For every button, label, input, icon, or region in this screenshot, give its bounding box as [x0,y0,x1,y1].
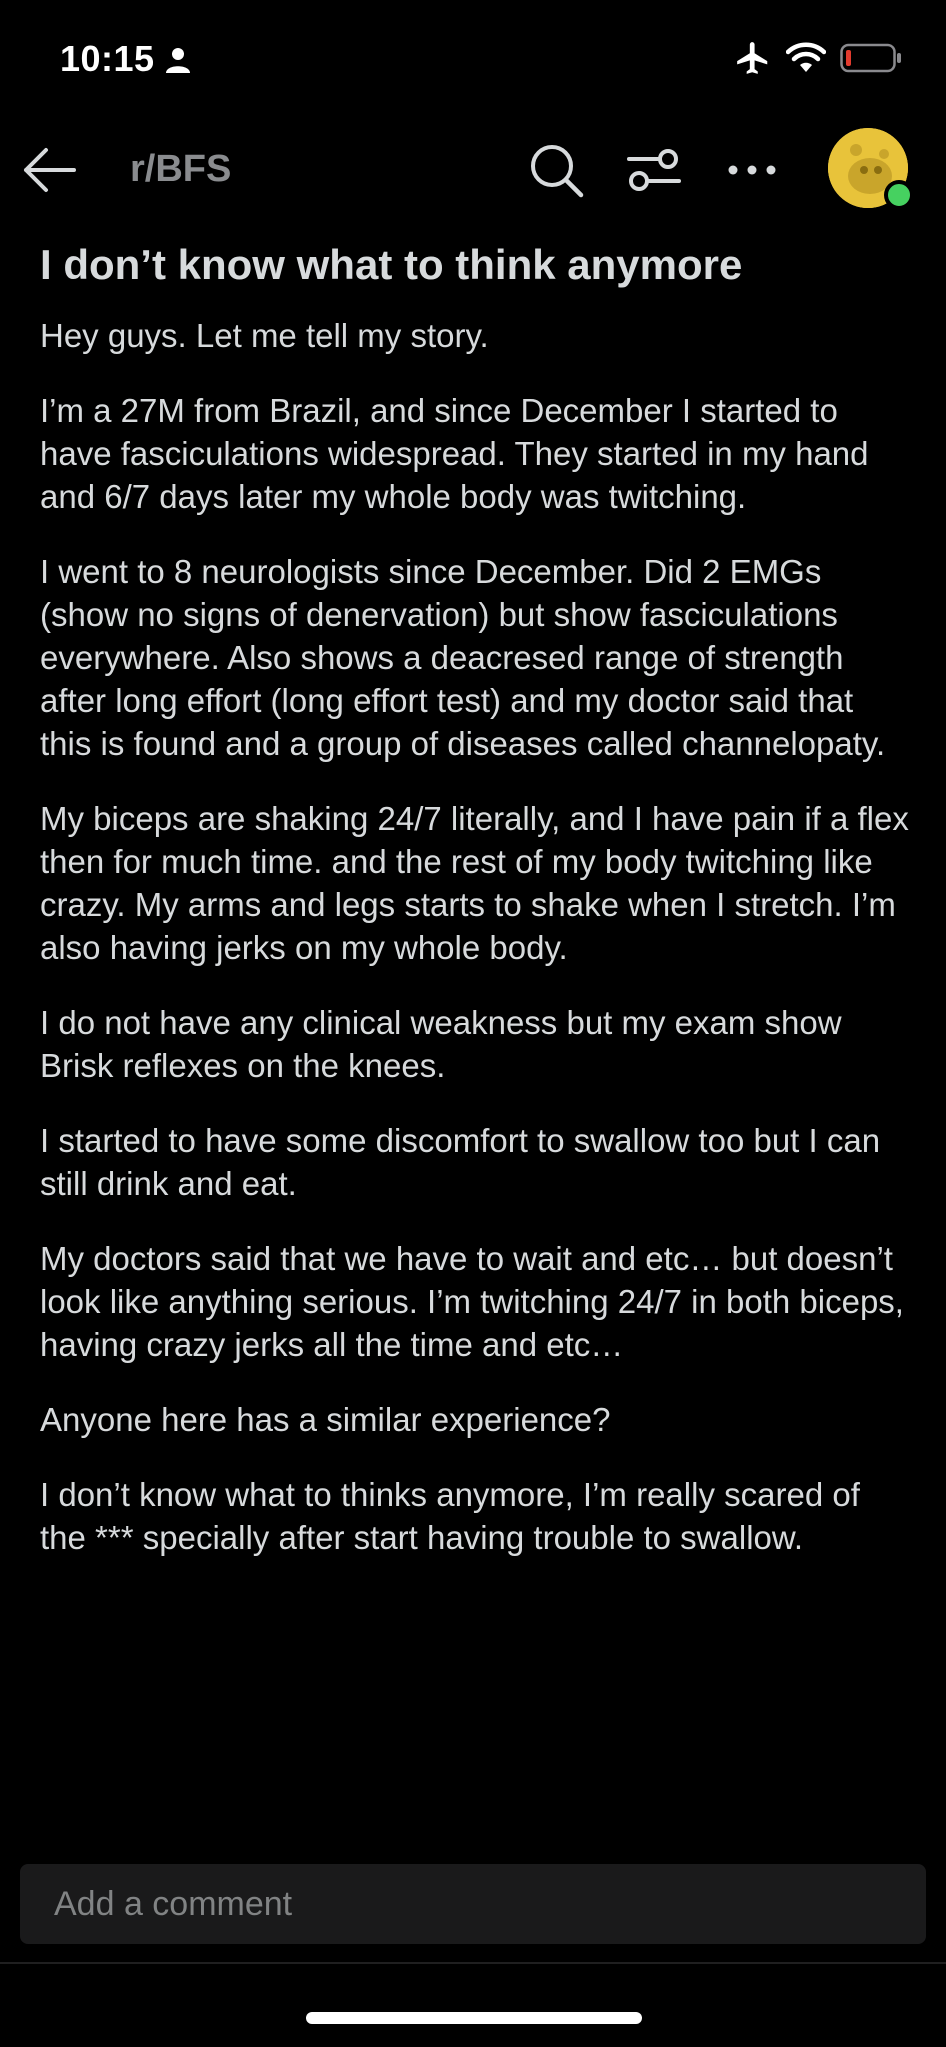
back-button[interactable] [16,138,80,202]
person-icon [164,46,192,74]
divider [0,1962,946,1964]
comment-bar[interactable] [20,1864,926,1944]
subreddit-name[interactable]: r/BFS [130,148,231,191]
more-icon [728,165,776,175]
post-paragraph: I’m a 27M from Brazil, and since Decembe… [40,392,869,516]
post-paragraph: I do not have any clinical weakness but … [40,1004,842,1085]
post-paragraph: I started to have some discomfort to swa… [40,1122,881,1203]
home-indicator[interactable] [306,2012,642,2024]
post-title: I don’t know what to think anymore [40,241,743,288]
status-icons [734,40,902,80]
avatar[interactable] [828,128,914,210]
post-paragraph: My biceps are shaking 24/7 literally, an… [40,800,909,967]
search-button[interactable] [524,138,588,202]
post-body: Hey guys. Let me tell my story. I’m a 27… [40,314,910,1559]
wifi-icon [785,42,827,79]
post-paragraph: I don’t know what to thinks anymore, I’m… [40,1476,860,1557]
post-paragraph: Hey guys. Let me tell my story. [40,317,489,355]
online-status-dot [884,180,914,210]
filter-icon [627,149,681,191]
battery-icon [840,43,902,78]
airplane-icon [734,39,772,82]
post-paragraph: My doctors said that we have to wait and… [40,1240,904,1364]
post-paragraph: Anyone here has a similar experience? [40,1401,611,1439]
search-icon [531,145,584,198]
back-arrow-icon [24,148,76,192]
nav-bar: r/BFS [0,120,946,220]
more-options-button[interactable] [720,138,784,202]
post: I don’t know what to think anymore Hey g… [40,240,910,1591]
status-bar: 10:15 [0,0,946,120]
post-paragraph: I went to 8 neurologists since December.… [40,553,886,763]
comment-input[interactable] [52,1883,926,1925]
filter-button[interactable] [622,138,686,202]
status-time: 10:15 [60,38,155,79]
